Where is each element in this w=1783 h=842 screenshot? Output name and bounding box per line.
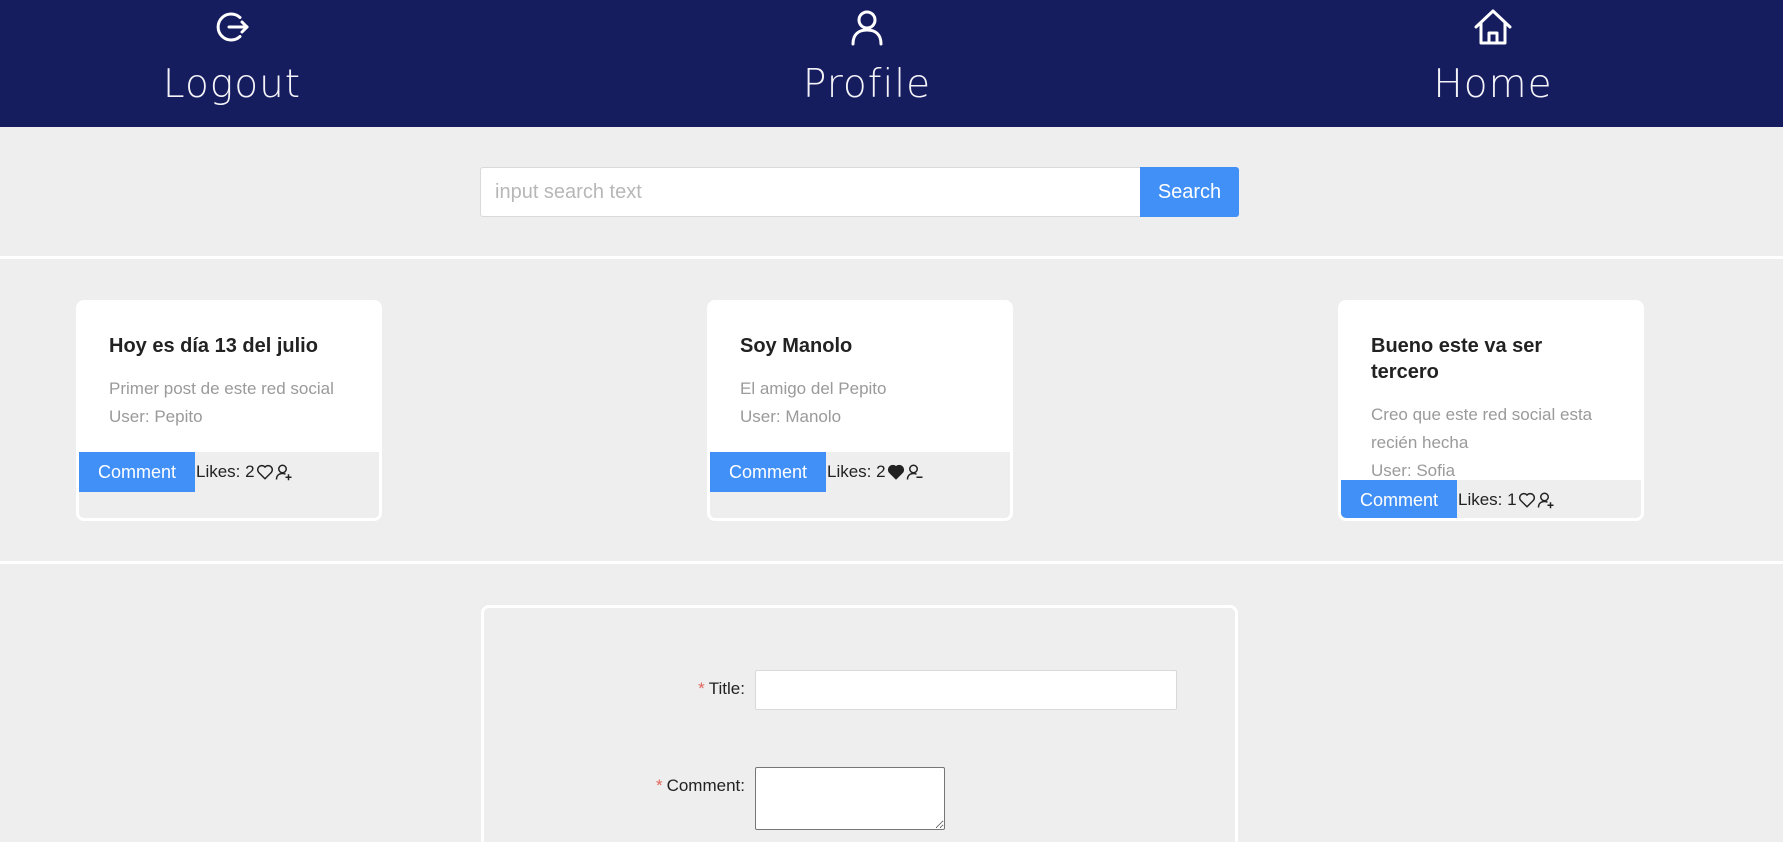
search-button[interactable]: Search [1140, 167, 1239, 217]
comment-textarea[interactable] [755, 767, 945, 830]
post-body: El amigo del Pepito [740, 379, 887, 398]
post-body: Creo que este red social esta recién hec… [1371, 405, 1593, 452]
post-body: Primer post de este red social [109, 379, 334, 398]
likes-count: Likes: 1 [1458, 490, 1517, 509]
section-divider [0, 561, 1783, 564]
title-label-text: Title [708, 679, 741, 698]
post-card-body: Soy Manolo El amigo del Pepito User: Man… [710, 303, 1010, 452]
post-title: Bueno este va ser tercero [1371, 335, 1543, 383]
likes-count: Likes: 2 [827, 462, 886, 481]
new-post-form: * Title: * Comment: [481, 605, 1238, 842]
required-mark: * [698, 679, 705, 698]
home-icon [1474, 9, 1512, 45]
comment-button[interactable]: Comment [1341, 480, 1457, 518]
nav-home-link[interactable]: Home [1393, 0, 1593, 127]
search-bar: Search [480, 167, 1239, 217]
label-colon: : [740, 679, 745, 698]
nav-logout-link[interactable]: Logout [132, 0, 332, 127]
top-nav: Logout Profile Home [0, 0, 1783, 127]
nav-profile-label: Profile [802, 62, 932, 107]
post-title: Soy Manolo [740, 335, 853, 357]
comment-label-text: Comment [666, 776, 741, 795]
post-card: Hoy es día 13 del julio Primer post de e… [76, 300, 382, 521]
post-card: Soy Manolo El amigo del Pepito User: Man… [707, 300, 1013, 521]
post-title: Hoy es día 13 del julio [109, 335, 318, 357]
post-user: User: Manolo [740, 407, 842, 426]
label-colon: : [740, 776, 745, 795]
user-remove-icon[interactable] [906, 463, 924, 481]
likes-count: Likes: 2 [196, 462, 255, 481]
comment-label: * Comment: [656, 776, 745, 796]
logout-icon [216, 12, 249, 42]
heart-outline-icon[interactable] [256, 463, 274, 481]
search-input[interactable] [480, 167, 1140, 217]
post-card-body: Bueno este va ser tercero Creo que este … [1341, 303, 1641, 480]
title-input[interactable] [755, 670, 1177, 710]
comment-button[interactable]: Comment [710, 452, 826, 492]
nav-profile-link[interactable]: Profile [767, 0, 967, 127]
user-add-icon[interactable] [1537, 491, 1555, 509]
post-actions: Comment Likes: 2 [79, 452, 379, 492]
post-card: Bueno este va ser tercero Creo que este … [1338, 300, 1644, 521]
post-user: User: Pepito [109, 407, 203, 426]
comment-button[interactable]: Comment [79, 452, 195, 492]
section-divider [0, 256, 1783, 259]
required-mark: * [655, 776, 663, 795]
post-card-body: Hoy es día 13 del julio Primer post de e… [79, 303, 379, 452]
nav-home-label: Home [1433, 62, 1553, 107]
heart-outline-icon[interactable] [1518, 491, 1536, 509]
post-actions: Comment Likes: 1 [1341, 480, 1641, 518]
title-label: * Title: [698, 679, 745, 699]
nav-logout-label: Logout [162, 62, 302, 107]
user-add-icon[interactable] [275, 463, 293, 481]
heart-filled-icon[interactable] [887, 463, 905, 481]
user-icon [851, 10, 883, 46]
post-actions: Comment Likes: 2 [710, 452, 1010, 492]
